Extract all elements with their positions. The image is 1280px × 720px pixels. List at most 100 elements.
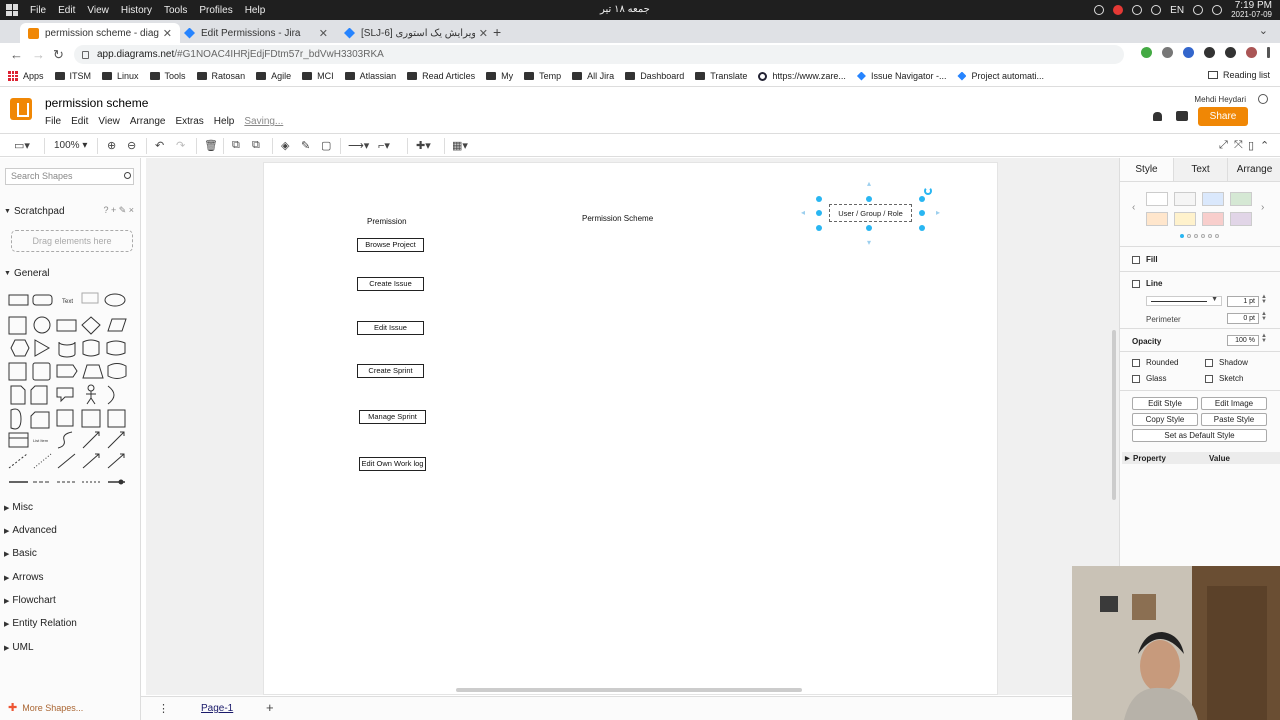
vertical-scrollbar[interactable] (1112, 330, 1116, 500)
bookmark-linux[interactable]: Linux (102, 71, 139, 81)
menu-view[interactable]: View (98, 116, 120, 127)
style-swatch[interactable] (1146, 192, 1168, 206)
line-color-icon[interactable]: ✎ (301, 139, 310, 152)
lock-icon[interactable] (82, 50, 89, 59)
clock[interactable]: 7:19 PM 2021-07-09 (1231, 1, 1272, 20)
document-title[interactable]: permission scheme (45, 96, 148, 110)
os-menu-edit[interactable]: Edit (58, 5, 75, 16)
tab-text[interactable]: Text (1173, 158, 1227, 181)
zoom-in-icon[interactable]: ⊕ (107, 139, 116, 152)
to-front-icon[interactable]: ⧉ (232, 139, 240, 152)
opacity-field[interactable]: 100 % (1227, 335, 1259, 346)
line-width-field[interactable]: 1 pt (1227, 296, 1259, 307)
pager-dot[interactable] (1187, 234, 1191, 238)
box-create-issue[interactable]: Create Issue (357, 277, 424, 291)
os-menu-help[interactable]: Help (245, 5, 266, 16)
pager-dot[interactable] (1194, 234, 1198, 238)
profile-avatar-icon[interactable] (1246, 47, 1257, 58)
search-icon[interactable] (124, 172, 131, 179)
extension-icon[interactable] (1183, 47, 1194, 58)
os-logo-icon[interactable] (6, 4, 18, 16)
os-menu-history[interactable]: History (121, 5, 152, 16)
pager-dot[interactable] (1215, 234, 1219, 238)
bookmark-read-articles[interactable]: Read Articles (407, 71, 475, 81)
box-edit-own-worklog[interactable]: Edit Own Work log (359, 457, 426, 471)
os-menu-view[interactable]: View (87, 5, 109, 16)
back-icon[interactable]: ← (10, 47, 23, 62)
resize-handle[interactable] (919, 210, 925, 216)
box-browse-project[interactable]: Browse Project (357, 238, 424, 252)
box-edit-issue[interactable]: Edit Issue (357, 321, 424, 335)
globe-icon[interactable] (1258, 94, 1268, 104)
section-basic[interactable]: ▶ Basic (0, 548, 141, 559)
tab-arrange[interactable]: Arrange (1227, 158, 1280, 181)
checkbox-box[interactable] (1132, 358, 1140, 367)
property-table-header[interactable]: ▶ Property Value (1122, 452, 1280, 464)
resize-handle[interactable] (919, 196, 925, 202)
rotate-handle-icon[interactable] (924, 187, 932, 195)
forward-icon[interactable]: → (32, 47, 45, 62)
panel-icon[interactable]: ▯ (1248, 139, 1254, 152)
sketch-checkbox[interactable]: Sketch (1205, 374, 1243, 383)
microphone-icon[interactable] (1193, 5, 1204, 15)
section-entity-relation[interactable]: ▶ Entity Relation (0, 618, 141, 629)
search-shapes-input[interactable]: Search Shapes (5, 168, 134, 185)
checkbox-box[interactable] (1205, 374, 1213, 383)
connect-left-arrow-icon[interactable]: ◂ (801, 208, 805, 217)
bookmark-mci[interactable]: MCI (302, 71, 334, 81)
format-panel-icon[interactable]: ▭▾ (14, 139, 30, 152)
os-menu-file[interactable]: File (30, 5, 46, 16)
tab-close-icon[interactable]: ✕ (319, 27, 328, 40)
spinner-icon[interactable]: ▲ ▼ (1261, 333, 1267, 344)
os-menu-tools[interactable]: Tools (164, 5, 187, 16)
waypoints-icon[interactable]: ⌐▾ (378, 139, 390, 152)
shadow-checkbox[interactable]: Shadow (1205, 358, 1248, 367)
resize-handle[interactable] (866, 196, 872, 202)
zoom-out-icon[interactable]: ⊖ (127, 139, 136, 152)
resize-handle[interactable] (866, 225, 872, 231)
permission-scheme-header[interactable]: Permission Scheme (582, 214, 653, 223)
bookmark-project-automation[interactable]: Project automati... (957, 71, 1044, 81)
box-manage-sprint[interactable]: Manage Sprint (359, 410, 426, 424)
scratchpad-tools-icon[interactable]: ? + ✎ × (103, 205, 134, 216)
selected-shape[interactable]: User / Group / Role ◂ ▸ ▴ ▾ (801, 179, 940, 247)
tab-jira-permissions[interactable]: Edit Permissions - Jira ✕ (176, 23, 336, 43)
bookmark-ratosan[interactable]: Ratosan (196, 71, 245, 81)
set-default-style-button[interactable]: Set as Default Style (1132, 429, 1267, 442)
zoom-dropdown[interactable]: 100% ▾ (54, 140, 87, 151)
chevron-left-icon[interactable]: ‹ (1132, 202, 1135, 213)
os-menu-profiles[interactable]: Profiles (199, 5, 232, 16)
resize-handle[interactable] (816, 210, 822, 216)
resize-handle[interactable] (816, 196, 822, 202)
shadow-icon[interactable]: ▢ (321, 139, 331, 152)
comments-icon[interactable] (1176, 111, 1188, 121)
style-swatch[interactable] (1174, 192, 1196, 206)
bookmark-my[interactable]: My (486, 71, 513, 81)
diagram-canvas[interactable]: Premission Permission Scheme Browse Proj… (146, 158, 1119, 695)
redo-icon[interactable]: ↷ (176, 139, 185, 152)
style-swatch[interactable] (1146, 212, 1168, 226)
section-uml[interactable]: ▶ UML (0, 642, 141, 653)
bookmark-agile[interactable]: Agile (256, 71, 291, 81)
bookmark-issue-navigator[interactable]: Issue Navigator -... (856, 71, 946, 81)
extension-icon[interactable] (1204, 47, 1215, 58)
undo-icon[interactable]: ↶ (155, 139, 164, 152)
spinner-icon[interactable]: ▲ ▼ (1261, 311, 1267, 322)
style-swatch[interactable] (1230, 192, 1252, 206)
bookmark-itsm[interactable]: ITSM (54, 71, 91, 81)
tab-close-icon[interactable]: ✕ (163, 27, 172, 40)
general-header[interactable]: ▼ General (0, 266, 141, 280)
language-indicator[interactable]: EN (1170, 5, 1184, 16)
fill-color-icon[interactable]: ◈ (281, 139, 289, 152)
table-icon[interactable]: ▦▾ (452, 139, 468, 152)
volume-icon[interactable] (1132, 5, 1143, 15)
kebab-menu-icon[interactable] (1267, 47, 1270, 58)
connect-right-arrow-icon[interactable]: ▸ (936, 208, 940, 217)
tab-search-icon[interactable]: ⌄ (1259, 24, 1268, 37)
wifi-icon[interactable] (1151, 5, 1162, 15)
checkbox-box[interactable] (1205, 358, 1213, 367)
new-tab-button[interactable]: + (493, 24, 501, 40)
resize-handle[interactable] (919, 225, 925, 231)
pager-dot[interactable] (1201, 234, 1205, 238)
style-swatch[interactable] (1230, 212, 1252, 226)
